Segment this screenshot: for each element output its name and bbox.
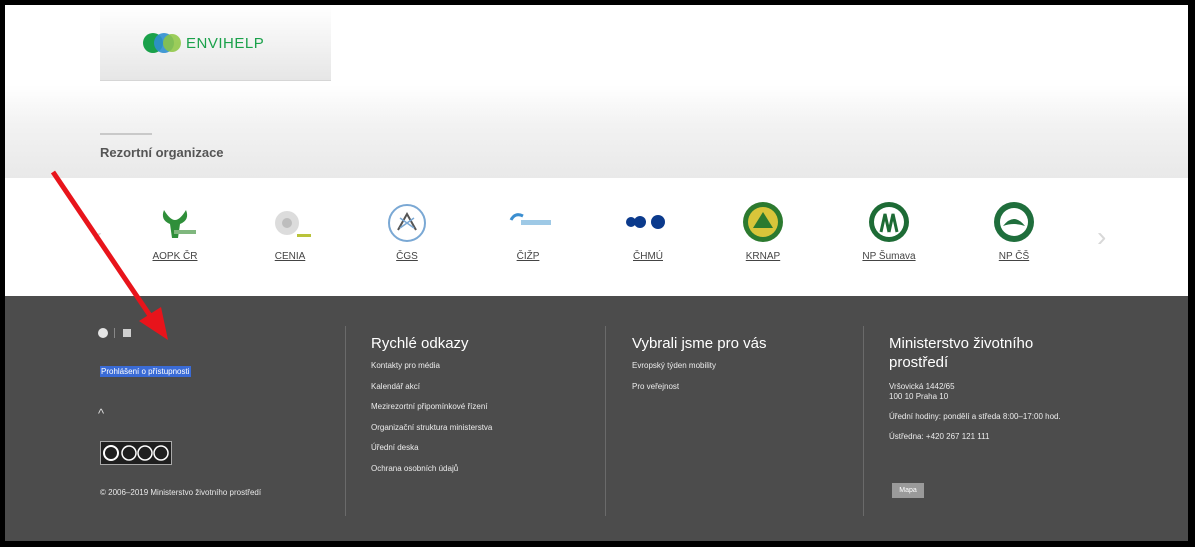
np-sumava-logo-icon: [869, 202, 909, 242]
organization-carousel: ‹ AOPK ČR CENIA ČGS ČIŽP ČHMÚ KRNAP NP Š…: [5, 178, 1188, 296]
footer-link[interactable]: Mezirezortní připomínkové řízení: [371, 402, 492, 412]
org-name: AOPK ČR: [152, 251, 198, 262]
creative-commons-icon[interactable]: [100, 441, 172, 465]
footer-link[interactable]: Evropský týden mobility: [632, 361, 767, 371]
org-item-cizp[interactable]: ČIŽP: [483, 193, 573, 288]
selected-for-you-column: Vybrali jsme pro vás Evropský týden mobi…: [632, 334, 767, 402]
org-name: CENIA: [274, 251, 306, 262]
section-divider: [100, 133, 152, 135]
ministry-title-line2: prostředí: [889, 354, 949, 371]
quick-links-title: Rychlé odkazy: [371, 335, 469, 352]
carousel-prev-icon[interactable]: ‹: [93, 221, 102, 253]
krnap-logo-icon: [743, 202, 783, 242]
footer-link[interactable]: Ochrana osobních údajů: [371, 464, 492, 474]
section-title: Rezortní organizace: [100, 145, 224, 160]
footer-link[interactable]: Organizační struktura ministerstva: [371, 423, 492, 433]
office-hours: Úřední hodiny: pondělí a středa 8:00–17:…: [889, 412, 1061, 421]
org-item-cenia[interactable]: CENIA: [245, 193, 335, 288]
org-name: ČGS: [396, 251, 418, 262]
footer: Prohlášení o přístupnosti ^ © 2006–2019 …: [5, 296, 1188, 541]
aopk-logo-icon: [162, 210, 196, 238]
cenia-logo-icon: [275, 211, 311, 237]
social-circle-icon[interactable]: [98, 328, 108, 338]
org-item-cgs[interactable]: ČGS: [362, 193, 452, 288]
footer-link[interactable]: Kalendář akcí: [371, 382, 492, 392]
envihelp-logo-icon: [143, 33, 181, 53]
top-band: ENVIHELP Rezortní organizace: [5, 5, 1188, 178]
footer-divider: [863, 326, 864, 516]
footer-divider: [605, 326, 606, 516]
chmu-logo-icon: [626, 215, 665, 229]
address-city: 100 10 Praha 10: [889, 392, 949, 401]
org-name: ČHMÚ: [633, 251, 663, 262]
org-item-chmu[interactable]: ČHMÚ: [603, 193, 693, 288]
phone: Ústředna: +420 267 121 111: [889, 432, 990, 441]
address-street: Vršovická 1442/65: [889, 382, 955, 391]
footer-divider: [345, 326, 346, 516]
map-button[interactable]: Mapa: [892, 483, 924, 498]
cgs-logo-icon: [388, 204, 426, 242]
footer-link[interactable]: Kontakty pro média: [371, 361, 492, 371]
footer-link[interactable]: Pro veřejnost: [632, 382, 767, 392]
org-name: NP Šumava: [862, 251, 916, 262]
org-item-aopk[interactable]: AOPK ČR: [130, 193, 220, 288]
ministry-title-line1: Ministerstvo životního: [889, 335, 1034, 352]
copyright: © 2006–2019 Ministerstvo životního prost…: [100, 488, 262, 497]
linkedin-icon[interactable]: [123, 329, 131, 337]
org-name: ČIŽP: [516, 251, 540, 262]
org-name: NP ČŠ: [998, 251, 1030, 262]
scroll-top-icon[interactable]: ^: [98, 406, 104, 421]
np-cs-logo-icon: [994, 202, 1034, 242]
social-icons: [97, 326, 137, 345]
accessibility-link[interactable]: Prohlášení o přístupnosti: [100, 366, 191, 377]
cizp-logo-icon: [509, 213, 551, 225]
separator-icon: [114, 328, 115, 338]
quick-links-column: Rychlé odkazy Kontakty pro média Kalendá…: [371, 334, 492, 484]
org-item-np-sumava[interactable]: NP Šumava: [844, 193, 934, 288]
carousel-next-icon[interactable]: ›: [1097, 221, 1106, 253]
org-item-np-cs[interactable]: NP ČŠ: [969, 193, 1059, 288]
footer-link[interactable]: Úřední deska: [371, 443, 492, 453]
page-frame: ENVIHELP Rezortní organizace ‹ AOPK ČR C…: [5, 5, 1188, 541]
envihelp-banner[interactable]: ENVIHELP: [100, 5, 331, 81]
ministry-column: Ministerstvo životního prostředí Vršovic…: [889, 334, 1119, 442]
org-item-krnap[interactable]: KRNAP: [718, 193, 808, 288]
envihelp-label: ENVIHELP: [186, 35, 265, 52]
org-name: KRNAP: [745, 251, 781, 262]
selected-title: Vybrali jsme pro vás: [632, 335, 767, 352]
